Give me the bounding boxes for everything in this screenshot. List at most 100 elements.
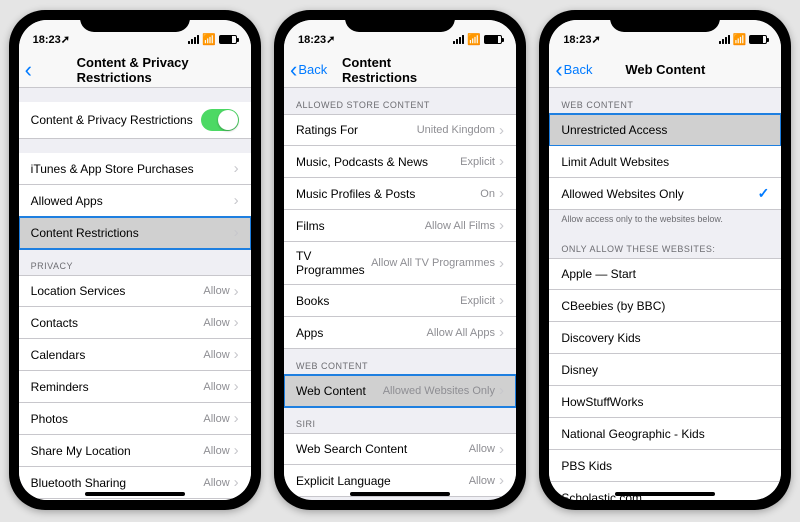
option-unrestricted[interactable]: Unrestricted Access xyxy=(549,114,781,146)
home-indicator[interactable] xyxy=(350,492,450,496)
row-label: Discovery Kids xyxy=(561,331,769,345)
signal-icon xyxy=(719,35,730,44)
back-button[interactable]: ‹ xyxy=(25,59,33,81)
store-row[interactable]: Music, Podcasts & NewsExplicit› xyxy=(284,146,516,178)
notch xyxy=(610,10,720,32)
store-row[interactable]: Music Profiles & PostsOn› xyxy=(284,178,516,210)
chevron-right-icon: › xyxy=(499,218,504,233)
siri-row[interactable]: Web Search ContentAllow› xyxy=(284,433,516,465)
row-value: Allow xyxy=(203,285,229,297)
privacy-row[interactable]: Share My LocationAllow› xyxy=(19,435,251,467)
section-header-gamecenter: GAME CENTER xyxy=(284,497,516,500)
home-indicator[interactable] xyxy=(615,492,715,496)
store-row[interactable]: TV ProgrammesAllow All TV Programmes› xyxy=(284,242,516,285)
row-label: Location Services xyxy=(31,284,204,298)
chevron-right-icon: › xyxy=(499,325,504,340)
option-allowed-only[interactable]: Allowed Websites Only ✓ xyxy=(549,178,781,210)
itunes-purchases-row[interactable]: iTunes & App Store Purchases › xyxy=(19,153,251,185)
store-row[interactable]: BooksExplicit› xyxy=(284,285,516,317)
row-value: Allow xyxy=(469,475,495,487)
content-privacy-toggle-row[interactable]: Content & Privacy Restrictions xyxy=(19,102,251,139)
battery-icon xyxy=(484,35,502,44)
row-label: Calendars xyxy=(31,348,204,362)
row-value: Allow xyxy=(203,317,229,329)
nav-bar: ‹ Back Web Content xyxy=(549,52,781,88)
privacy-row[interactable]: ContactsAllow › xyxy=(19,307,251,339)
chevron-right-icon: › xyxy=(234,411,239,426)
row-value: United Kingdom xyxy=(417,124,495,136)
section-header-siri: SIRI xyxy=(284,407,516,433)
status-time: 18:23➚ xyxy=(33,33,70,46)
row-value: Allow All Films xyxy=(425,220,495,232)
row-value: Explicit xyxy=(460,156,495,168)
privacy-row[interactable]: Location ServicesAllow› xyxy=(19,275,251,307)
back-button[interactable]: ‹ Back xyxy=(290,59,327,81)
option-limit-adult[interactable]: Limit Adult Websites xyxy=(549,146,781,178)
signal-icon xyxy=(453,35,464,44)
website-row[interactable]: Disney xyxy=(549,354,781,386)
wifi-icon: 📶 xyxy=(733,33,747,46)
website-row[interactable]: National Geographic - Kids xyxy=(549,418,781,450)
signal-icon xyxy=(188,35,199,44)
checkmark-icon: ✓ xyxy=(758,185,770,202)
store-row[interactable]: AppsAllow All Apps › xyxy=(284,317,516,349)
privacy-row[interactable]: RemindersAllow › xyxy=(19,371,251,403)
battery-icon xyxy=(219,35,237,44)
row-label: Films xyxy=(296,219,425,233)
row-value: Allow xyxy=(203,381,229,393)
website-row[interactable]: HowStuffWorks xyxy=(549,386,781,418)
chevron-right-icon: › xyxy=(234,379,239,394)
chevron-right-icon: › xyxy=(234,315,239,330)
row-label: Apps xyxy=(296,326,427,340)
row-value: Allow xyxy=(203,349,229,361)
row-label: Web Search Content xyxy=(296,442,469,456)
store-row[interactable]: FilmsAllow All Films › xyxy=(284,210,516,242)
phone-2: 18:23➚ 📶 ‹ Back Content Restrictions ALL… xyxy=(274,10,526,510)
allowed-apps-row[interactable]: Allowed Apps › xyxy=(19,185,251,217)
row-label: CBeebies (by BBC) xyxy=(561,299,769,313)
section-header-sites: ONLY ALLOW THESE WEBSITES: xyxy=(549,232,781,258)
privacy-row[interactable]: MicrophoneAllow› xyxy=(19,499,251,500)
row-label: Contacts xyxy=(31,316,204,330)
privacy-row[interactable]: CalendarsAllow › xyxy=(19,339,251,371)
website-row[interactable]: CBeebies (by BBC) xyxy=(549,290,781,322)
row-label: Share My Location xyxy=(31,444,204,458)
web-content-row[interactable]: Web Content Allowed Websites Only › xyxy=(284,375,516,407)
page-title: Content Restrictions xyxy=(342,55,458,85)
chevron-right-icon: › xyxy=(234,225,239,240)
chevron-right-icon: › xyxy=(234,347,239,362)
row-value: Allow All TV Programmes xyxy=(371,257,495,269)
battery-icon xyxy=(749,35,767,44)
page-title: Content & Privacy Restrictions xyxy=(77,55,193,85)
home-indicator[interactable] xyxy=(85,492,185,496)
row-label: Explicit Language xyxy=(296,474,469,488)
website-row[interactable]: Apple — Start xyxy=(549,258,781,290)
website-row[interactable]: PBS Kids xyxy=(549,450,781,482)
row-label: Reminders xyxy=(31,380,204,394)
chevron-right-icon: › xyxy=(499,123,504,138)
chevron-right-icon: › xyxy=(499,186,504,201)
status-time: 18:23➚ xyxy=(563,33,600,46)
chevron-right-icon: › xyxy=(499,442,504,457)
section-header-web: WEB CONTENT xyxy=(284,349,516,375)
toggle-on[interactable] xyxy=(201,109,239,131)
privacy-row[interactable]: PhotosAllow› xyxy=(19,403,251,435)
row-label: PBS Kids xyxy=(561,459,769,473)
section-header-web-content: WEB CONTENT xyxy=(549,88,781,114)
page-title: Web Content xyxy=(625,62,705,77)
notch xyxy=(345,10,455,32)
content-restrictions-row[interactable]: Content Restrictions › xyxy=(19,217,251,249)
row-value: Allow All Apps xyxy=(427,327,495,339)
nav-bar: ‹ Back Content Restrictions xyxy=(284,52,516,88)
row-label: HowStuffWorks xyxy=(561,395,769,409)
website-row[interactable]: Scholastic.com xyxy=(549,482,781,500)
store-row[interactable]: Ratings ForUnited Kingdom› xyxy=(284,114,516,146)
chevron-right-icon: › xyxy=(499,154,504,169)
website-row[interactable]: Discovery Kids xyxy=(549,322,781,354)
phone-3: 18:23➚ 📶 ‹ Back Web Content WEB CONTENT … xyxy=(539,10,791,510)
chevron-right-icon: › xyxy=(234,161,239,176)
chevron-right-icon: › xyxy=(499,293,504,308)
section-header-store: ALLOWED STORE CONTENT xyxy=(284,88,516,114)
row-label: Disney xyxy=(561,363,769,377)
back-button[interactable]: ‹ Back xyxy=(555,59,592,81)
